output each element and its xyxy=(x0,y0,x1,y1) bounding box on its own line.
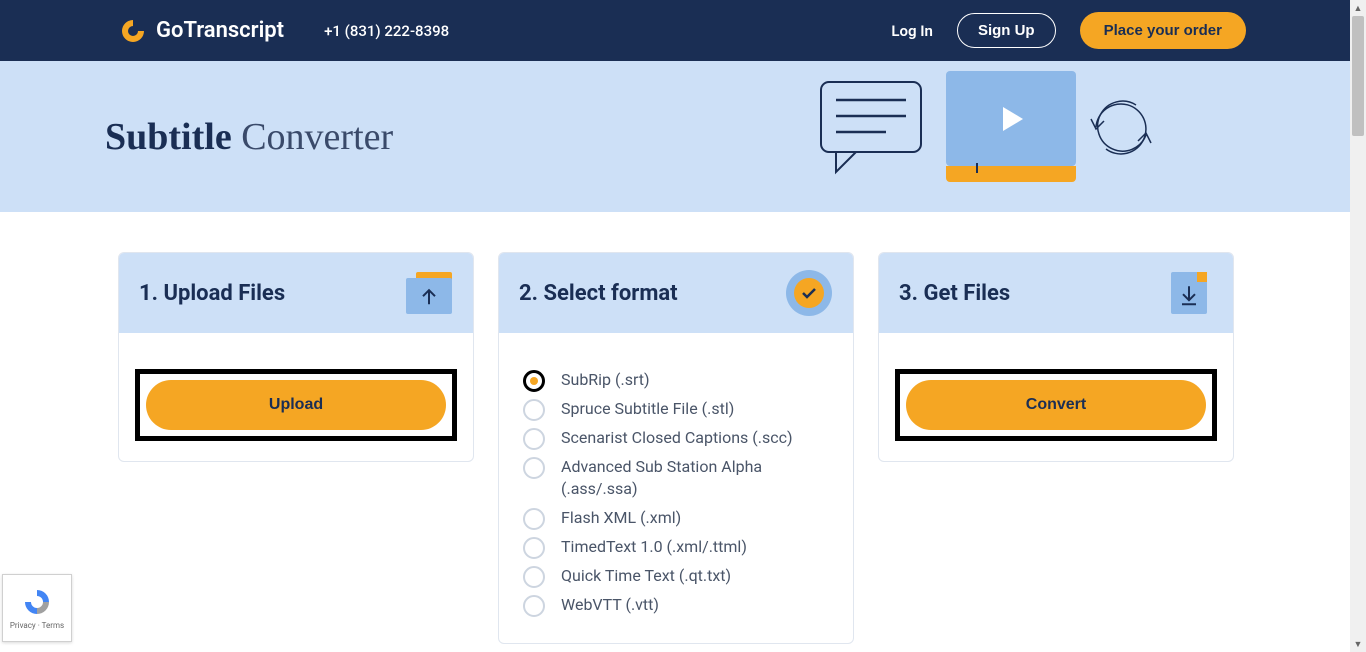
recaptcha-icon xyxy=(22,587,52,617)
format-label: Scenarist Closed Captions (.scc) xyxy=(561,427,793,449)
logo-text: GoTranscript xyxy=(156,18,284,43)
logo-icon xyxy=(120,18,146,44)
title-light: Converter xyxy=(241,116,393,158)
recaptcha-badge[interactable]: Privacy · Terms xyxy=(2,574,72,642)
upload-card-title: 1. Upload Files xyxy=(139,281,285,306)
format-label: Quick Time Text (.qt.txt) xyxy=(561,565,731,587)
select-card-header: 2. Select format xyxy=(499,253,853,333)
cards-row: 1. Upload Files Upload 2. Select format xyxy=(0,212,1366,644)
scrollbar-thumb[interactable] xyxy=(1352,16,1364,136)
upload-highlight: Upload xyxy=(135,369,457,441)
select-format-card: 2. Select format SubRip (.srt) Spruce Sub… xyxy=(498,252,854,644)
upload-card-body: Upload xyxy=(119,333,473,461)
scroll-up-arrow[interactable]: ▲ xyxy=(1350,0,1366,16)
format-radio-list: SubRip (.srt) Spruce Subtitle File (.stl)… xyxy=(499,333,853,643)
upload-folder-icon xyxy=(405,269,453,317)
refresh-icon xyxy=(1076,87,1166,167)
logo[interactable]: GoTranscript xyxy=(120,18,284,44)
scrollbar[interactable]: ▲ ▼ xyxy=(1350,0,1366,652)
convert-button[interactable]: Convert xyxy=(906,380,1206,430)
format-label: Flash XML (.xml) xyxy=(561,507,681,529)
format-label: WebVTT (.vtt) xyxy=(561,594,659,616)
convert-highlight: Convert xyxy=(895,369,1217,441)
format-label: Spruce Subtitle File (.stl) xyxy=(561,398,734,420)
hero-graphic xyxy=(816,71,1166,182)
format-option[interactable]: Advanced Sub Station Alpha (.ass/.ssa) xyxy=(523,456,829,501)
radio-circle[interactable] xyxy=(523,428,545,450)
get-card-title: 3. Get Files xyxy=(899,281,1010,306)
upload-card-header: 1. Upload Files xyxy=(119,253,473,333)
speech-bubble-icon xyxy=(816,72,936,182)
format-option[interactable]: TimedText 1.0 (.xml/.ttml) xyxy=(523,536,829,559)
hero: Subtitle Converter xyxy=(0,61,1366,212)
check-circle-icon xyxy=(785,269,833,317)
format-option[interactable]: Flash XML (.xml) xyxy=(523,507,829,530)
format-label: SubRip (.srt) xyxy=(561,369,650,391)
login-link[interactable]: Log In xyxy=(891,22,933,40)
header-right: Log In Sign Up Place your order xyxy=(891,12,1246,49)
format-label: Advanced Sub Station Alpha (.ass/.ssa) xyxy=(561,456,829,501)
format-label: TimedText 1.0 (.xml/.ttml) xyxy=(561,536,747,558)
radio-circle[interactable] xyxy=(523,566,545,588)
format-option[interactable]: Scenarist Closed Captions (.scc) xyxy=(523,427,829,450)
format-option[interactable]: WebVTT (.vtt) xyxy=(523,594,829,617)
scroll-down-arrow[interactable]: ▼ xyxy=(1350,636,1366,652)
radio-circle[interactable] xyxy=(523,370,545,392)
upload-card: 1. Upload Files Upload xyxy=(118,252,474,462)
format-option[interactable]: Quick Time Text (.qt.txt) xyxy=(523,565,829,588)
phone-number[interactable]: +1 (831) 222-8398 xyxy=(324,22,449,40)
title-bold: Subtitle xyxy=(105,116,241,158)
radio-circle[interactable] xyxy=(523,595,545,617)
header: GoTranscript +1 (831) 222-8398 Log In Si… xyxy=(0,0,1366,61)
get-card-header: 3. Get Files xyxy=(879,253,1233,333)
select-card-title: 2. Select format xyxy=(519,281,678,306)
format-option[interactable]: Spruce Subtitle File (.stl) xyxy=(523,398,829,421)
recaptcha-text: Privacy · Terms xyxy=(10,621,64,630)
format-option[interactable]: SubRip (.srt) xyxy=(523,369,829,392)
signup-button[interactable]: Sign Up xyxy=(957,13,1056,48)
radio-circle[interactable] xyxy=(523,537,545,559)
header-left: GoTranscript +1 (831) 222-8398 xyxy=(120,18,449,44)
upload-button[interactable]: Upload xyxy=(146,380,446,430)
video-player-icon xyxy=(946,71,1076,182)
radio-circle[interactable] xyxy=(523,457,545,479)
get-files-card: 3. Get Files Convert xyxy=(878,252,1234,462)
radio-circle[interactable] xyxy=(523,508,545,530)
get-card-body: Convert xyxy=(879,333,1233,461)
page-title: Subtitle Converter xyxy=(105,115,393,159)
radio-circle[interactable] xyxy=(523,399,545,421)
download-icon xyxy=(1165,269,1213,317)
place-order-button[interactable]: Place your order xyxy=(1080,12,1246,49)
